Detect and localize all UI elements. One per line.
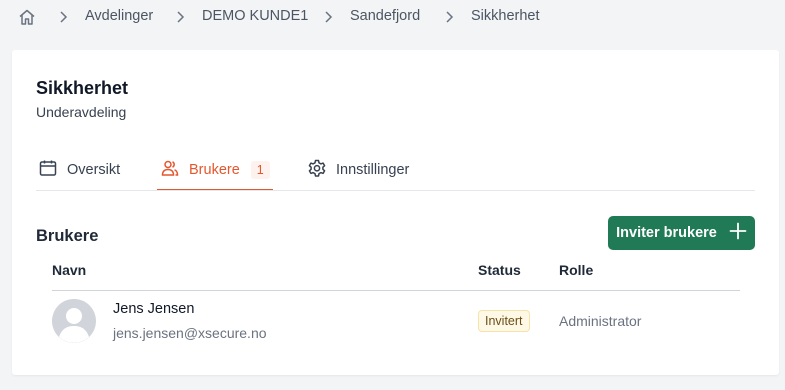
- chevron-right-icon: [320, 9, 336, 25]
- chevron-right-icon: [172, 9, 188, 25]
- page-subtitle: Underavdeling: [36, 104, 127, 120]
- user-name: Jens Jensen: [113, 301, 195, 317]
- plus-icon: [729, 222, 747, 244]
- column-header-status: Status: [478, 262, 521, 278]
- tab-innstillinger[interactable]: Innstillinger: [307, 150, 409, 190]
- user-email: jens.jensen@xsecure.no: [113, 325, 267, 341]
- invite-users-button[interactable]: Inviter brukere: [608, 216, 755, 250]
- breadcrumb-item-sandefjord[interactable]: Sandefjord: [350, 8, 420, 24]
- tab-label: Oversikt: [67, 162, 121, 178]
- calendar-icon: [38, 158, 58, 182]
- column-header-role: Rolle: [559, 262, 594, 278]
- table-header-divider: [52, 290, 740, 291]
- page-title: Sikkherhet: [36, 78, 129, 98]
- section-title: Brukere: [36, 227, 99, 245]
- breadcrumb-item-current: Sikkherhet: [471, 8, 540, 24]
- users-icon: [160, 158, 180, 182]
- tabs-divider: [36, 190, 755, 191]
- breadcrumb-item-avdelinger[interactable]: Avdelinger: [85, 8, 153, 24]
- tab-oversikt[interactable]: Oversikt: [38, 150, 120, 190]
- avatar: [52, 299, 96, 343]
- tab-brukere[interactable]: Brukere 1: [160, 150, 270, 190]
- tab-label: Innstillinger: [336, 162, 410, 178]
- chevron-right-icon: [441, 9, 457, 25]
- column-header-name: Navn: [52, 262, 87, 278]
- gear-icon: [307, 158, 327, 182]
- breadcrumb-item-demo-kunde1[interactable]: DEMO KUNDE1: [202, 8, 308, 24]
- user-role: Administrator: [559, 313, 642, 329]
- tab-label: Brukere: [189, 162, 240, 178]
- chevron-right-icon: [55, 9, 71, 25]
- count-badge: 1: [250, 161, 270, 179]
- breadcrumb: Avdelinger DEMO KUNDE1 Sandefjord Sikkhe…: [0, 0, 785, 34]
- home-icon[interactable]: [17, 7, 37, 27]
- status-badge: Invitert: [478, 310, 530, 332]
- invite-users-label: Inviter brukere: [616, 225, 717, 241]
